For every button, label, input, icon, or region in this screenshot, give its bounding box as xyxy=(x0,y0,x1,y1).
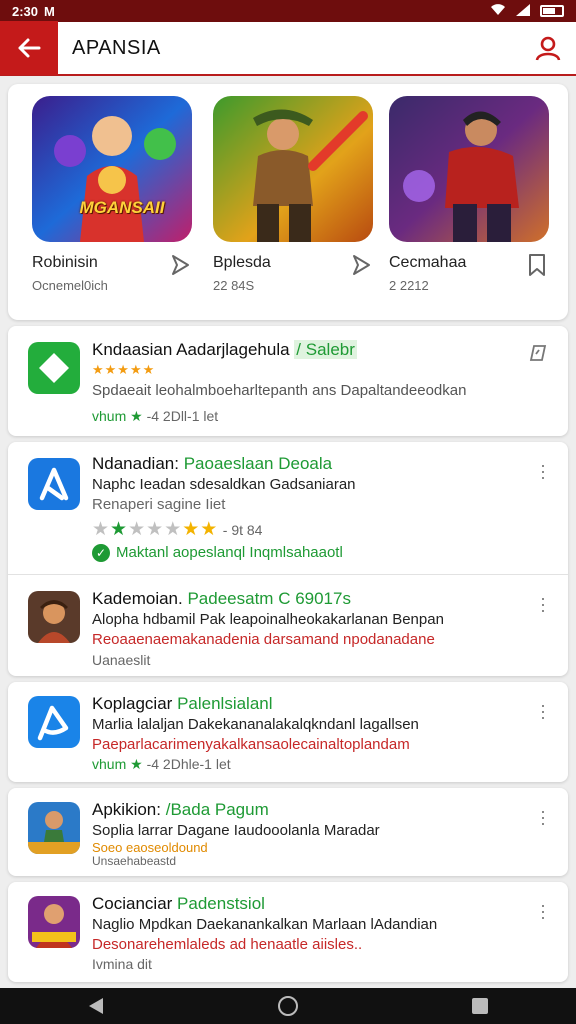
app-icon-6 xyxy=(28,896,80,948)
app-title: Cocianciar Padenstsiol xyxy=(92,894,265,913)
app-description: Naphc Ieadan sdesaldkan Gadsaniaran xyxy=(92,476,356,493)
nav-back-button[interactable] xyxy=(76,988,116,1024)
battery-icon xyxy=(540,5,564,17)
featured-app-2-image xyxy=(213,96,373,242)
app-meta: vhum ★ -4 2Dhle-1 let xyxy=(92,756,231,772)
square-recents-icon xyxy=(472,998,488,1014)
app-list-item-5[interactable]: Apkikion: /Bada Pagum Soplia larrar Daga… xyxy=(8,788,568,876)
rate-icon[interactable] xyxy=(528,344,548,367)
star-icon: ★ xyxy=(130,408,143,424)
nav-recents-button[interactable] xyxy=(460,988,500,1024)
app-meta: Uanaeslit xyxy=(92,652,151,668)
app-meta: Unsaehabeastd xyxy=(92,854,177,868)
user-icon xyxy=(535,36,561,61)
app-list-item-2[interactable]: Ndanadian: Paoaeslaan Deoala Naphc Ieada… xyxy=(8,442,568,574)
app-rating: ★★★★★★★ - 9t 84 xyxy=(92,518,262,541)
app-description: Soplia larrar Dagane Iaudooolanla Marada… xyxy=(92,822,380,839)
app-tag: /Bada Pagum xyxy=(165,800,269,819)
app-icon-4 xyxy=(28,696,80,748)
app-list-item-3[interactable]: Kademoian. Padeesatm C 69017s Alopha hdb… xyxy=(8,575,568,676)
more-options-icon[interactable]: · · · xyxy=(540,802,546,832)
app-tag: Padeesatm C 69017s xyxy=(187,589,351,608)
app-title: Ndanadian: Paoaeslaan Deoala xyxy=(92,454,333,473)
featured-app-2-size: 22 84S xyxy=(213,278,255,293)
signal-icon xyxy=(516,3,530,19)
star-icon: ★ xyxy=(130,756,143,772)
app-description: Alopha hdbamil Pak leapoinalheokakarlana… xyxy=(92,611,444,628)
app-meta: vhum ★ -4 2Dll-1 let xyxy=(92,408,219,424)
featured-app-3-image xyxy=(389,96,549,242)
app-tag: Paoaeslaan Deoala xyxy=(183,454,333,473)
featured-app-3[interactable]: Cecmahaa 2 2212 xyxy=(389,96,549,293)
app-description: Spdaeait leohalmboeharltepanth ans Dapal… xyxy=(92,382,467,399)
verified-badge: ✓ Maktanl aopeslanql Inqmlsahaaotl xyxy=(92,544,343,562)
app-title: Apkikion: /Bada Pagum xyxy=(92,800,269,819)
featured-app-1[interactable]: MGANSAII Robinisin Ocnemel0ich xyxy=(32,96,192,293)
featured-app-1-banner: MGANSAII xyxy=(79,198,165,217)
triangle-back-icon xyxy=(89,998,103,1014)
featured-app-2-name: Bplesda xyxy=(213,254,271,271)
featured-app-1-name: Robinisin xyxy=(32,254,98,271)
app-list-item-4[interactable]: Koplagciar Palenlsialanl Marlia lalaljan… xyxy=(8,682,568,782)
app-meta: Ivmina dit xyxy=(92,956,152,972)
app-icon-1 xyxy=(28,342,80,394)
more-options-icon[interactable]: · · · xyxy=(540,456,546,486)
app-icon-5 xyxy=(28,802,80,854)
app-list-group: Ndanadian: Paoaeslaan Deoala Naphc Ieada… xyxy=(8,442,568,676)
app-list-item-1[interactable]: Kndaasian Aadarjlagehula / Salebr ★★★★★ … xyxy=(8,326,568,436)
app-highlight: Reoaaenaemakanadenia darsamand npodanada… xyxy=(92,631,435,648)
app-title: Koplagciar Palenlsialanl xyxy=(92,694,273,713)
featured-app-3-name: Cecmahaa xyxy=(389,254,467,271)
app-description: Naglio Mpdkan Daekanankalkan Marlaan lAd… xyxy=(92,916,438,933)
wifi-icon xyxy=(490,3,506,19)
app-list-item-6[interactable]: Cocianciar Padenstsiol Naglio Mpdkan Dae… xyxy=(8,882,568,982)
more-options-icon[interactable]: · · · xyxy=(540,589,546,619)
more-options-icon[interactable]: · · · xyxy=(540,696,546,726)
app-highlight: Desonarehemlaleds ad henaatle aiisles.. xyxy=(92,936,363,953)
app-description: Marlia lalaljan Dakekananalakalqkndanl l… xyxy=(92,716,419,733)
status-time: 2:30 xyxy=(12,3,39,19)
status-bar: 2:30 M xyxy=(0,0,576,22)
check-icon: ✓ xyxy=(92,544,110,562)
app-highlight: Paeparlacarimenyakalkansaolecainaltoplan… xyxy=(92,736,410,753)
app-subtitle: Renaperi sagine Iiet xyxy=(92,496,226,513)
account-button[interactable] xyxy=(520,21,576,75)
app-title: Kademoian. Padeesatm C 69017s xyxy=(92,589,351,608)
featured-apps-card: MGANSAII Robinisin Ocnemel0ich Bplesda 2… xyxy=(8,84,568,320)
circle-home-icon xyxy=(278,996,298,1016)
system-nav-bar xyxy=(0,988,576,1024)
app-title: Kndaasian Aadarjlagehula / Salebr xyxy=(92,340,357,359)
back-button[interactable] xyxy=(0,21,58,75)
app-bar: APANSIA xyxy=(0,21,576,76)
page-title: APANSIA xyxy=(72,36,161,59)
app-highlight: Soeo eaoseoldound xyxy=(92,840,208,855)
share-icon[interactable] xyxy=(168,252,192,278)
app-tag: Padenstsiol xyxy=(177,894,265,913)
app-icon-3 xyxy=(28,591,80,643)
featured-app-2[interactable]: Bplesda 22 84S xyxy=(213,96,373,293)
more-options-icon[interactable]: · · · xyxy=(540,896,546,926)
featured-app-1-size: Ocnemel0ich xyxy=(32,278,108,293)
bookmark-icon[interactable] xyxy=(525,252,549,278)
rating-count: - 9t 84 xyxy=(222,522,263,538)
featured-app-1-image: MGANSAII xyxy=(32,96,192,242)
app-icon-2 xyxy=(28,458,80,510)
app-tag: Palenlsialanl xyxy=(177,694,273,713)
share-icon[interactable] xyxy=(349,252,373,278)
rating-stars: ★★★★★★★ xyxy=(92,519,219,540)
status-notification: M xyxy=(44,3,55,19)
nav-home-button[interactable] xyxy=(268,988,308,1024)
featured-app-3-size: 2 2212 xyxy=(389,278,429,293)
app-tag: / Salebr xyxy=(294,340,357,359)
rating-stars: ★★★★★ xyxy=(92,362,156,377)
arrow-left-icon xyxy=(18,38,41,58)
